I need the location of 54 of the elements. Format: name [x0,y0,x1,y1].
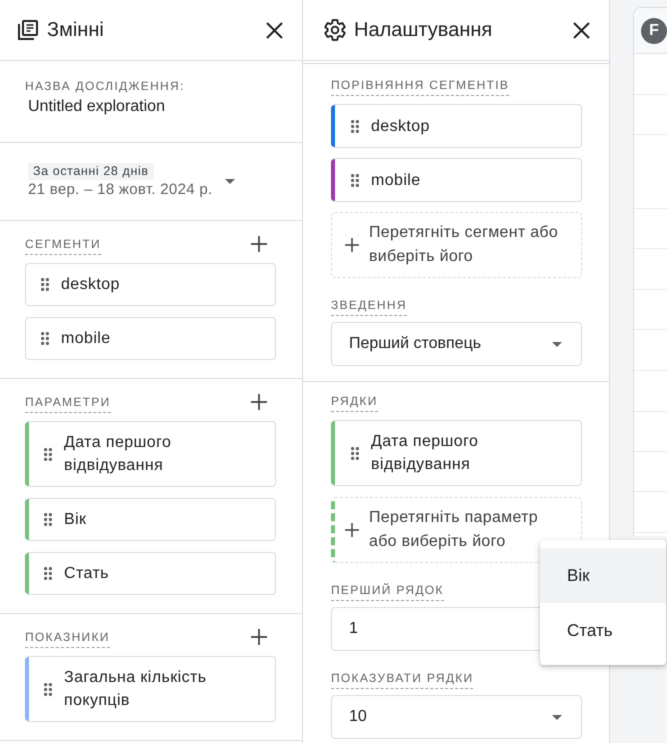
section-label: ПАРАМЕТРИ [25,395,110,413]
close-icon [573,22,590,38]
section-label: ПОКАЗУВАТИ РЯДКИ [331,671,474,689]
dimension-item[interactable]: Дата першого відвідування [25,421,276,487]
drop-zone[interactable]: Перетягніть сегмент або виберіть його [331,212,582,278]
segment-item[interactable]: desktop [25,263,276,306]
panel-title: Змінні [47,18,105,42]
exploration-name-field[interactable]: Untitled exploration [25,97,255,117]
section-label: ПОРІВНЯННЯ СЕГМЕНТІВ [331,78,510,96]
metric-item[interactable]: Загальна кількість покупців [25,656,276,722]
segment-item[interactable]: mobile [331,158,582,202]
drag-handle-icon[interactable] [44,567,52,580]
drag-handle-icon[interactable] [41,332,49,345]
dimension-item[interactable]: Дата першого відвідування [331,420,582,486]
accent-stripe-icon [331,421,335,485]
date-range-text: 21 вер. – 18 жовт. 2024 р. [28,180,212,199]
panel-title: Налаштування [354,18,494,42]
section-label: РЯДКИ [331,394,378,412]
drag-handle-icon[interactable] [351,174,359,186]
caret-icon [552,342,562,346]
caret-icon [552,714,562,720]
section-label: ПОКАЗНИКИ [25,630,110,648]
plus-icon [251,394,267,410]
plus-icon [251,629,267,645]
field-label: НАЗВА ДОСЛІДЖЕННЯ: [25,79,185,93]
plus-icon [345,523,359,537]
segment-item[interactable]: desktop [331,104,582,148]
dimension-item[interactable]: Вік [25,498,276,541]
caret-icon[interactable] [225,178,236,184]
dimension-item[interactable]: Стать [25,552,276,595]
document-stack-icon [18,20,38,40]
close-icon [266,22,283,38]
pivot-select[interactable]: Перший стовпець [331,322,582,366]
accent-stripe-icon [25,553,29,594]
section-label: ЗВЕДЕННЯ [331,298,407,316]
rows-count-select[interactable]: 10 [331,695,582,739]
section-label: СЕГМЕНТИ [25,237,101,255]
accent-stripe-icon [25,499,29,540]
drag-handle-icon[interactable] [44,448,52,460]
menu-item[interactable]: Вік [540,548,666,603]
drag-handle-icon[interactable] [41,278,49,291]
segment-item[interactable]: mobile [25,317,276,360]
accent-stripe-icon [25,657,29,721]
plus-icon [251,236,267,252]
drag-handle-icon[interactable] [44,513,52,526]
drag-handle-icon[interactable] [44,682,52,696]
date-preset-label: За останні 28 днів [28,163,154,180]
plus-icon [345,238,359,252]
user-avatar: F [641,18,667,44]
accent-stripe-icon [25,422,29,486]
drag-handle-icon[interactable] [351,120,359,132]
section-label: ПЕРШИЙ РЯДОК [331,583,444,601]
drag-handle-icon[interactable] [351,446,359,460]
settings-icon [324,19,346,41]
